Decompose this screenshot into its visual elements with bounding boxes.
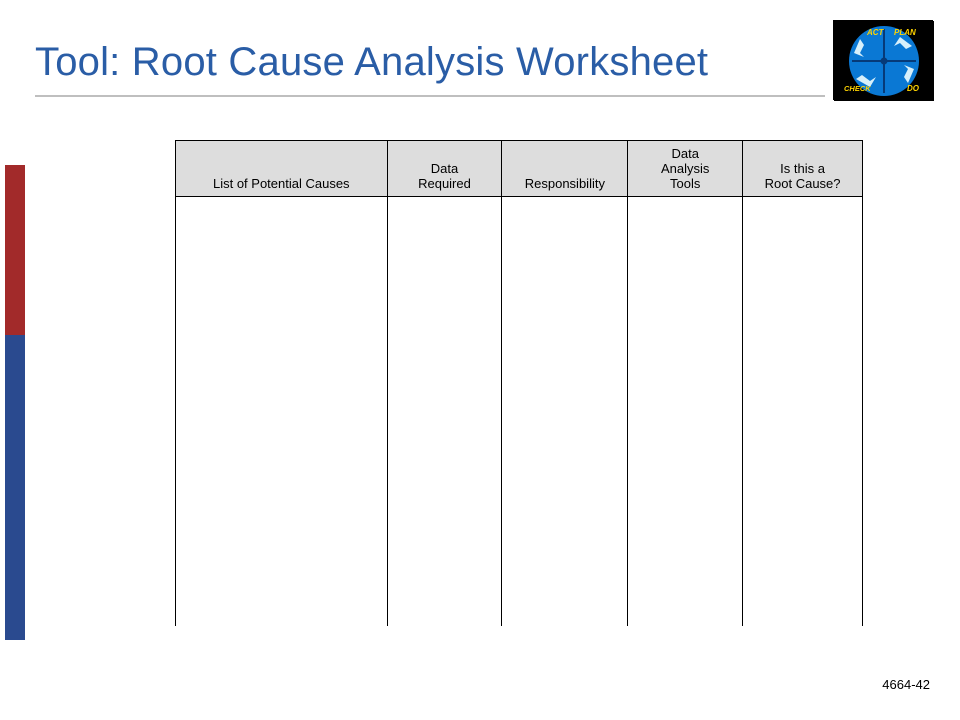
cell-tools bbox=[628, 196, 743, 626]
worksheet-header-row: List of Potential Causes DataRequired Re… bbox=[176, 141, 863, 197]
header-root-cause: Is this aRoot Cause? bbox=[743, 141, 863, 197]
accent-bar-blue bbox=[5, 335, 25, 640]
header-data: DataRequired bbox=[387, 141, 502, 197]
pdca-label-check: CHECK bbox=[844, 84, 871, 93]
worksheet-body-row bbox=[176, 196, 863, 626]
worksheet-table: List of Potential Causes DataRequired Re… bbox=[175, 140, 863, 626]
slide: Tool: Root Cause Analysis Worksheet ACT … bbox=[0, 0, 960, 720]
pdca-label-plan: PLAN bbox=[894, 28, 916, 37]
cell-data bbox=[387, 196, 502, 626]
header-causes: List of Potential Causes bbox=[176, 141, 388, 197]
pdca-label-act: ACT bbox=[866, 28, 885, 37]
header-tools: DataAnalysisTools bbox=[628, 141, 743, 197]
pdca-icon: ACT PLAN DO CHECK bbox=[833, 20, 933, 100]
pdca-label-do: DO bbox=[907, 84, 920, 93]
slide-title: Tool: Root Cause Analysis Worksheet bbox=[35, 40, 708, 85]
header-responsibility: Responsibility bbox=[502, 141, 628, 197]
cell-causes bbox=[176, 196, 388, 626]
page-number: 4664-42 bbox=[882, 677, 930, 692]
title-underline bbox=[35, 95, 825, 97]
cell-root-cause bbox=[743, 196, 863, 626]
cell-responsibility bbox=[502, 196, 628, 626]
